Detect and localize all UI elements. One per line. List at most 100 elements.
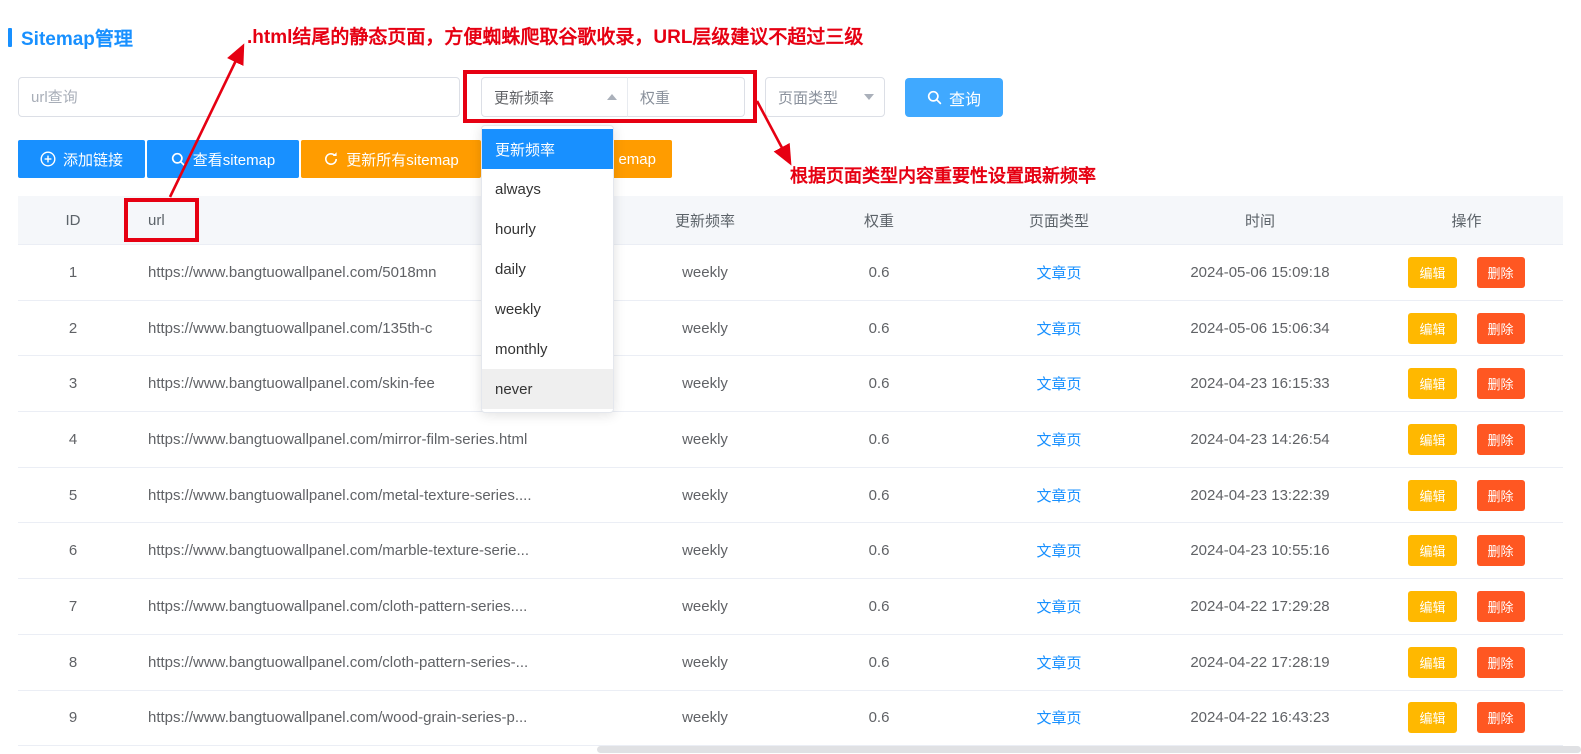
frequency-dropdown-option[interactable]: always [482,169,613,209]
query-button[interactable]: 查询 [905,78,1003,117]
edit-button[interactable]: 编辑 [1408,591,1456,622]
page-type-link[interactable]: 文章页 [1036,429,1081,450]
cell-time: 2024-05-06 15:06:34 [1150,320,1370,337]
table-row: 8 https://www.bangtuowallpanel.com/cloth… [18,635,1563,691]
cell-url: https://www.bangtuowallpanel.com/metal-t… [128,487,620,504]
cell-frequency: weekly [620,598,790,615]
weight-select[interactable]: 权重 [627,77,745,117]
delete-button[interactable]: 删除 [1477,313,1525,344]
cell-page-type: 文章页 [968,652,1150,673]
header-frequency: 更新频率 [620,210,790,231]
add-link-button[interactable]: 添加链接 [18,140,145,178]
delete-button[interactable]: 删除 [1477,591,1525,622]
cell-url: https://www.bangtuowallpanel.com/cloth-p… [128,654,620,671]
cell-frequency: weekly [620,375,790,392]
cell-url: https://www.bangtuowallpanel.com/mirror-… [128,431,620,448]
frequency-dropdown-panel: 更新频率 always hourly daily weekly monthly … [481,125,614,413]
page-type-link[interactable]: 文章页 [1036,707,1081,728]
cell-page-type: 文章页 [968,596,1150,617]
cell-frequency: weekly [620,431,790,448]
update-all-sitemap-button[interactable]: 更新所有sitemap [301,140,481,178]
annotation-top-note: .html结尾的静态页面，方便蜘蛛爬取谷歌收录，URL层级建议不超过三级 [247,22,863,49]
edit-button[interactable]: 编辑 [1408,480,1456,511]
cell-weight: 0.6 [790,598,968,615]
edit-button[interactable]: 编辑 [1408,313,1456,344]
cell-page-type: 文章页 [968,373,1150,394]
page-type-link[interactable]: 文章页 [1036,596,1081,617]
cell-id: 4 [18,431,128,448]
edit-button[interactable]: 编辑 [1408,424,1456,455]
page-type-link[interactable]: 文章页 [1036,262,1081,283]
horizontal-scrollbar-thumb[interactable] [597,746,1581,753]
frequency-dropdown-option[interactable]: daily [482,249,613,289]
header-page-type: 页面类型 [968,210,1150,231]
page-type-link[interactable]: 文章页 [1036,373,1081,394]
table-row: 7 https://www.bangtuowallpanel.com/cloth… [18,579,1563,635]
title-accent-bar [8,28,12,47]
delete-button[interactable]: 删除 [1477,257,1525,288]
header-weight: 权重 [790,210,968,231]
frequency-dropdown-option[interactable]: weekly [482,289,613,329]
header-time: 时间 [1150,210,1370,231]
cell-weight: 0.6 [790,375,968,392]
edit-button[interactable]: 编辑 [1408,702,1456,733]
cell-actions: 编辑 删除 [1370,257,1563,288]
url-search-input[interactable] [18,77,460,117]
caret-down-icon [864,94,874,100]
delete-button[interactable]: 删除 [1477,480,1525,511]
frequency-dropdown-option[interactable]: hourly [482,209,613,249]
cell-page-type: 文章页 [968,262,1150,283]
page-type-link[interactable]: 文章页 [1036,318,1081,339]
view-sitemap-button[interactable]: 查看sitemap [147,140,299,178]
frequency-select[interactable]: 更新频率 [481,77,628,117]
cell-weight: 0.6 [790,320,968,337]
delete-button[interactable]: 删除 [1477,647,1525,678]
delete-button[interactable]: 删除 [1477,702,1525,733]
page-type-select-value: 页面类型 [778,87,838,108]
cell-weight: 0.6 [790,487,968,504]
cell-time: 2024-04-22 17:28:19 [1150,654,1370,671]
partial-button-label: emap [618,151,656,168]
cell-actions: 编辑 删除 [1370,702,1563,733]
cell-actions: 编辑 删除 [1370,535,1563,566]
page-type-link[interactable]: 文章页 [1036,485,1081,506]
cell-actions: 编辑 删除 [1370,480,1563,511]
sitemap-table: ID url 更新频率 权重 页面类型 时间 操作 1 https://www.… [18,196,1563,746]
cell-frequency: weekly [620,654,790,671]
cell-weight: 0.6 [790,709,968,726]
delete-button[interactable]: 删除 [1477,424,1525,455]
cell-time: 2024-04-23 14:26:54 [1150,431,1370,448]
table-row: 2 https://www.bangtuowallpanel.com/135th… [18,301,1563,357]
cell-actions: 编辑 删除 [1370,368,1563,399]
search-icon [927,90,942,105]
edit-button[interactable]: 编辑 [1408,535,1456,566]
table-row: 6 https://www.bangtuowallpanel.com/marbl… [18,523,1563,579]
edit-button[interactable]: 编辑 [1408,368,1456,399]
page-type-link[interactable]: 文章页 [1036,540,1081,561]
table-row: 1 https://www.bangtuowallpanel.com/5018m… [18,245,1563,301]
cell-page-type: 文章页 [968,318,1150,339]
page-type-select[interactable]: 页面类型 [765,77,885,117]
cell-weight: 0.6 [790,542,968,559]
circle-plus-icon [40,151,56,167]
cell-frequency: weekly [620,487,790,504]
delete-button[interactable]: 删除 [1477,368,1525,399]
cell-url: https://www.bangtuowallpanel.com/cloth-p… [128,598,620,615]
cell-weight: 0.6 [790,264,968,281]
frequency-dropdown-option[interactable]: never [482,369,613,409]
frequency-select-value: 更新频率 [494,87,554,108]
cell-page-type: 文章页 [968,485,1150,506]
table-row: 5 https://www.bangtuowallpanel.com/metal… [18,468,1563,524]
header-actions: 操作 [1370,210,1563,231]
frequency-dropdown-option[interactable]: 更新频率 [482,129,613,169]
header-id: ID [18,212,128,229]
delete-button[interactable]: 删除 [1477,535,1525,566]
frequency-dropdown-option[interactable]: monthly [482,329,613,369]
page-type-link[interactable]: 文章页 [1036,652,1081,673]
cell-id: 5 [18,487,128,504]
edit-button[interactable]: 编辑 [1408,257,1456,288]
table-body: 1 https://www.bangtuowallpanel.com/5018m… [18,245,1563,746]
edit-button[interactable]: 编辑 [1408,647,1456,678]
cell-id: 7 [18,598,128,615]
caret-up-icon [607,94,617,100]
